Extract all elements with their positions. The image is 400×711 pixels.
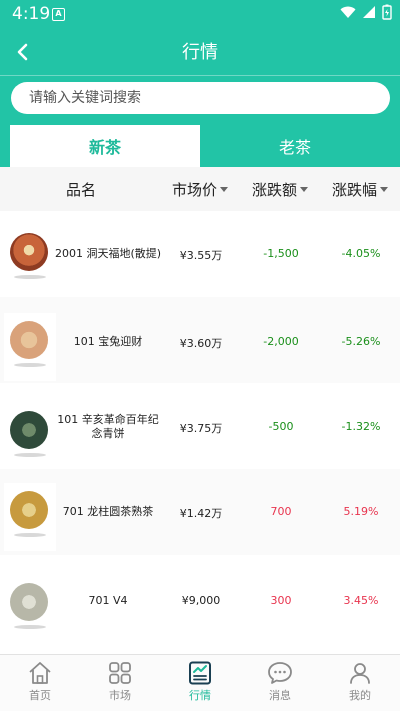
sort-caret-icon [300,187,309,192]
tea-cake-thumbnail [4,575,56,643]
table-row[interactable]: 701 龙柱圆茶熟茶 ¥1.42万 700 5.19% [0,469,400,555]
tea-name: 2001 洞天福地(散提) [54,247,162,260]
market-price: ¥1.42万 [179,507,223,520]
tea-cake-thumbnail [4,225,56,293]
thumbnail-shadow [14,275,46,279]
price-change: -500 [268,420,294,433]
page-title: 行情 [182,42,218,63]
table-row[interactable]: 701 V4 ¥9,000 300 3.45% [0,555,400,641]
title-divider [0,75,400,76]
price-change: -1,500 [263,247,299,260]
chart-icon [189,661,211,685]
tea-name: 101 辛亥革命百年纪念青饼 [57,413,159,440]
sort-price-button[interactable]: 市场价 [172,179,229,200]
market-price: ¥3.75万 [179,422,223,435]
tea-cake-image [10,583,48,621]
tea-name: 701 V4 [88,594,128,607]
tea-name: 101 宝兔迎财 [73,335,143,348]
status-icons [340,4,392,20]
table-header: 品名 市场价 涨跌额 涨跌幅 [0,167,400,211]
market-price: ¥3.55万 [179,249,223,262]
sort-caret-icon [380,187,389,192]
nav-messages[interactable]: 消息 [240,655,320,711]
header-background: 4:19 A 行情 新茶 老茶 [0,0,400,167]
message-icon [268,662,292,684]
tea-cake-thumbnail [4,313,56,381]
nav-home[interactable]: 首页 [0,655,80,711]
bottom-navigation: 首页 市场 行情 消息 我的 [0,654,400,711]
nav-market[interactable]: 市场 [80,655,160,711]
column-name-header: 品名 [66,179,96,200]
market-price: ¥9,000 [181,594,221,607]
price-change-percent: -4.05% [341,247,381,260]
tea-cake-thumbnail [4,483,56,551]
tea-name: 701 龙柱圆茶熟茶 [62,505,154,518]
price-change-percent: -1.32% [341,420,381,433]
price-change: -2,000 [263,335,299,348]
thumbnail-shadow [14,533,46,537]
price-change-percent: -5.26% [341,335,381,348]
price-change-percent: 5.19% [343,505,379,518]
nav-market-label: 市场 [109,689,131,702]
tea-cake-image [10,321,48,359]
price-change-percent: 3.45% [343,594,379,607]
column-change-label: 涨跌额 [252,181,298,199]
title-bar: 行情 [0,28,400,76]
nav-profile[interactable]: 我的 [320,655,400,711]
price-change: 700 [270,505,292,518]
table-row[interactable]: 2001 洞天福地(散提) ¥3.55万 -1,500 -4.05% [0,211,400,297]
table-row[interactable]: 101 辛亥革命百年纪念青饼 ¥3.75万 -500 -1.32% [0,383,400,469]
column-price-label: 市场价 [172,181,218,199]
tea-cake-image [10,491,48,529]
market-icon [109,662,131,684]
battery-icon [382,4,392,20]
tea-cake-image [10,233,48,271]
table-row[interactable]: 101 宝兔迎财 ¥3.60万 -2,000 -5.26% [0,297,400,383]
thumbnail-shadow [14,453,46,457]
tab-old-tea[interactable]: 老茶 [200,125,390,167]
search-input[interactable] [11,82,390,114]
sort-caret-icon [220,187,229,192]
nav-quotes-label: 行情 [189,689,211,702]
tea-cake-thumbnail [4,403,56,471]
tea-cake-image [10,411,48,449]
thumbnail-shadow [14,625,46,629]
nav-home-label: 首页 [29,689,51,702]
tab-bar: 新茶 老茶 [10,125,390,167]
status-time: 4:19 [12,4,51,24]
thumbnail-shadow [14,363,46,367]
nav-messages-label: 消息 [269,689,291,702]
price-change: 300 [270,594,292,607]
nav-profile-label: 我的 [349,689,371,702]
signal-icon [363,6,375,18]
profile-icon [350,663,370,684]
app-notification-icon: A [52,8,65,21]
sort-change-button[interactable]: 涨跌额 [252,179,309,200]
tab-new-tea[interactable]: 新茶 [10,125,200,167]
sort-percent-button[interactable]: 涨跌幅 [332,179,389,200]
nav-quotes[interactable]: 行情 [160,655,240,711]
status-bar: 4:19 A [0,0,400,28]
wifi-icon [340,6,356,18]
home-icon [29,662,51,684]
column-percent-label: 涨跌幅 [332,181,378,199]
market-price: ¥3.60万 [179,337,223,350]
column-name-label: 品名 [66,181,97,199]
